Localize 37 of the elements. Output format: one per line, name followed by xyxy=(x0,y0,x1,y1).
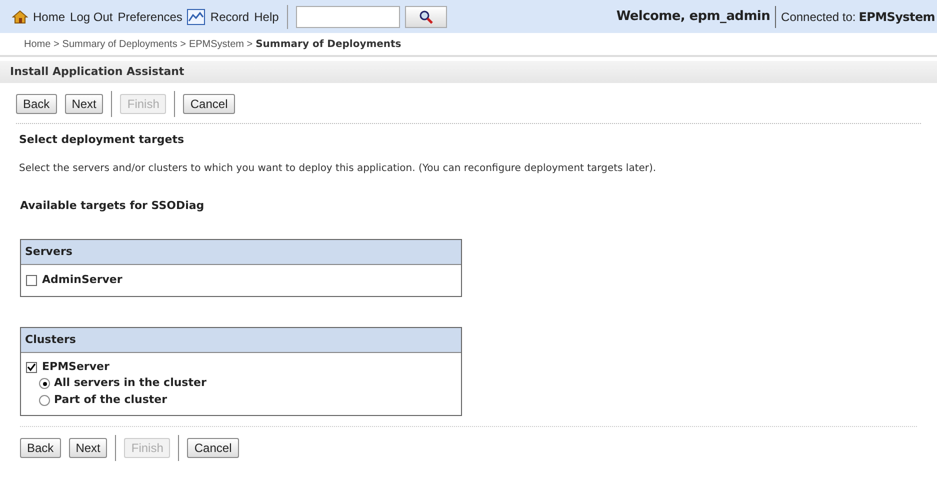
server-label: AdminServer xyxy=(42,272,122,288)
breadcrumb-link[interactable]: Home > xyxy=(24,36,60,52)
top-link[interactable]: Help xyxy=(254,8,279,26)
breadcrumb-current: Summary of Deployments xyxy=(256,38,402,52)
search-button[interactable] xyxy=(404,6,447,28)
connection-label: Connected to: xyxy=(781,8,856,26)
breadcrumb-link[interactable]: Summary of Deployments > xyxy=(62,36,186,52)
wizard-button[interactable]: Cancel xyxy=(183,94,235,114)
wizard-button[interactable]: Next xyxy=(68,438,108,458)
top-link[interactable]: Preferences xyxy=(118,8,182,26)
step-title: Select deployment targets xyxy=(19,132,186,148)
section-title: Install Application Assistant xyxy=(10,64,184,80)
top-link[interactable]: Log Out xyxy=(70,8,113,26)
search-icon xyxy=(418,10,433,24)
wizard-button[interactable]: Back xyxy=(16,94,57,114)
servers-header: Servers xyxy=(21,240,461,265)
home-icon[interactable] xyxy=(12,8,28,24)
top-link[interactable]: Record xyxy=(210,8,250,26)
wizard-button[interactable]: Cancel xyxy=(187,438,239,458)
checkbox[interactable] xyxy=(26,362,37,372)
available-title: Available targets for SSODiag xyxy=(20,198,206,214)
radio-button[interactable] xyxy=(39,395,50,406)
checkbox[interactable] xyxy=(26,275,37,286)
wizard-button[interactable]: Back xyxy=(20,438,61,458)
clusters-header: Clusters xyxy=(21,328,461,353)
welcome-text: Welcome, epm_admin xyxy=(616,8,770,26)
step-description: Select the servers and/or clusters to which you want to deploy this application. (You can reconfigure deployment targets later). xyxy=(19,162,658,176)
breadcrumb-link[interactable]: EPMSystem > xyxy=(188,36,253,52)
search-field[interactable] xyxy=(296,6,400,28)
connection-value: EPMSystem xyxy=(858,8,935,26)
option-label: Part of the cluster xyxy=(54,392,168,408)
chart-icon[interactable] xyxy=(187,8,206,24)
radio-button[interactable] xyxy=(39,378,50,389)
wizard-button[interactable]: Next xyxy=(64,94,104,114)
option-label: All servers in the cluster xyxy=(54,375,206,392)
cluster-label: EPMServer xyxy=(42,358,110,375)
top-link[interactable]: Home xyxy=(33,8,66,26)
